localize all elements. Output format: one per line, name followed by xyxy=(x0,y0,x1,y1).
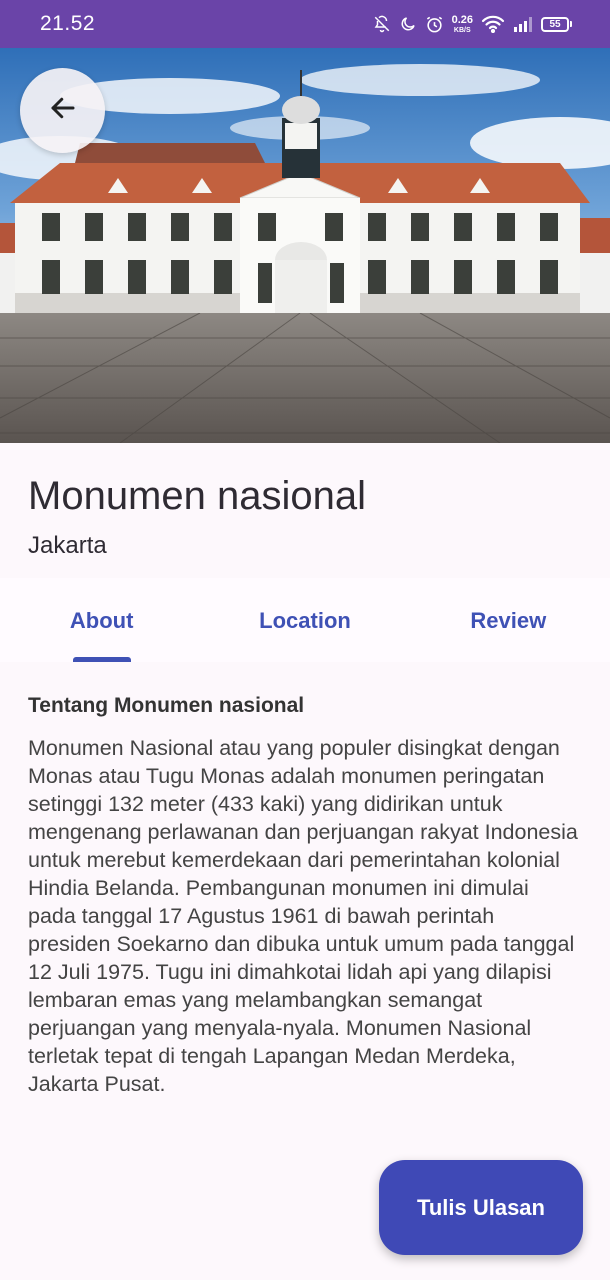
bell-off-icon xyxy=(373,15,391,33)
status-time: 21.52 xyxy=(40,12,96,35)
back-button[interactable] xyxy=(20,68,105,153)
signal-icon xyxy=(513,16,533,32)
tab-review-label: Review xyxy=(470,608,547,633)
status-icons: 0.26 KB/S 55 xyxy=(373,13,572,34)
tab-about[interactable]: About xyxy=(0,578,203,662)
wifi-icon xyxy=(481,15,505,33)
net-speed-unit: KB/S xyxy=(453,26,471,34)
alarm-icon xyxy=(425,15,444,34)
write-review-label: Tulis Ulasan xyxy=(417,1194,545,1220)
place-title: Monumen nasional xyxy=(28,474,366,518)
net-speed-value: 0.26 xyxy=(451,13,473,26)
battery-icon: 55 xyxy=(541,16,572,32)
tab-bar: About Location Review xyxy=(0,578,610,662)
tab-about-label: About xyxy=(69,608,134,633)
moon-icon xyxy=(399,15,417,33)
write-review-button[interactable]: Tulis Ulasan xyxy=(379,1160,583,1255)
arrow-left-icon xyxy=(48,93,78,128)
about-heading: Tentang Monumen nasional xyxy=(28,694,305,717)
place-header: Monumen nasional Jakarta xyxy=(0,443,610,578)
about-body: Monumen Nasional atau yang populer disin… xyxy=(28,736,578,1096)
status-bar: 21.52 0.26 KB/S 55 xyxy=(0,0,610,48)
place-city: Jakarta xyxy=(28,532,107,559)
tab-location-label: Location xyxy=(259,608,351,633)
net-speed: 0.26 KB/S xyxy=(451,13,473,34)
place-detail-screen: 21.52 0.26 KB/S 55 Monumen nasional Jaka… xyxy=(0,0,610,1280)
tab-review[interactable]: Review xyxy=(407,578,610,662)
tab-location[interactable]: Location xyxy=(203,578,406,662)
battery-level: 55 xyxy=(541,16,569,32)
